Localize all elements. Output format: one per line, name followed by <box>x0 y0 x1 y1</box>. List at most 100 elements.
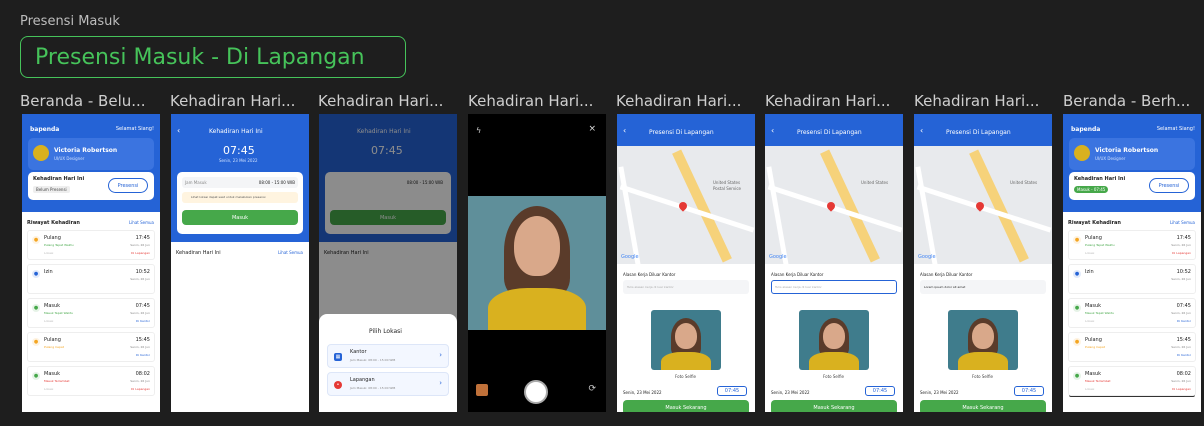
back-icon[interactable]: ‹ <box>177 126 180 135</box>
history-type-icon: ● <box>32 338 40 346</box>
history-type: Pulang <box>1085 235 1102 241</box>
avatar <box>1074 145 1090 161</box>
reason-label: Alasan Kerja Diluar Kantor <box>920 272 973 277</box>
today-label: Kehadiran Hari Ini <box>176 250 221 256</box>
reason-value: Lorem ipsum dolor sit amet <box>924 285 966 289</box>
date-text: Senin, 23 Mei 2022 <box>623 390 662 395</box>
history-row[interactable]: ● Pulang Pulang Tepat Waktu Lokasi 17:45 Seni… <box>27 230 155 260</box>
history-time: 08:02 <box>135 371 150 377</box>
history-type: Izin <box>1085 269 1094 275</box>
history-type-icon: ● <box>32 236 40 244</box>
status-badge: Belum Presensi <box>33 186 70 193</box>
photo-label: Foto Selfie <box>675 374 696 379</box>
see-all-link[interactable]: Lihat Semua <box>1170 220 1195 225</box>
history-place: Di Lapangan <box>131 387 150 391</box>
back-icon[interactable]: ‹ <box>771 126 774 135</box>
history-time: 07:45 <box>1176 303 1191 309</box>
history-sub: Masuk Tepat Waktu <box>1085 311 1115 315</box>
map-view[interactable]: United States Google <box>914 146 1052 264</box>
see-all-link[interactable]: Lihat Semua <box>129 220 154 225</box>
logo: bapenda <box>1071 126 1101 133</box>
history-row[interactable]: ● Pulang Pulang Cepat 15:45 Senin, 26 Jun Di … <box>27 332 155 362</box>
selfie-photo[interactable] <box>948 310 1018 370</box>
frame-title-3[interactable]: Kehadiran Hari... <box>318 92 443 110</box>
selfie-photo[interactable] <box>651 310 721 370</box>
lapangan-label: Lapangan <box>350 377 375 383</box>
selfie-photo[interactable] <box>799 310 869 370</box>
frame-title-7[interactable]: Kehadiran Hari... <box>914 92 1039 110</box>
history-place: Di Kantor <box>136 353 150 357</box>
map-label-1: United States <box>713 180 741 185</box>
history-place: Di Kantor <box>136 319 150 323</box>
history-type-icon: ● <box>1073 270 1081 278</box>
phone-beranda-berhasil: bapenda Selamat Siang! Victoria Robertso… <box>1063 114 1201 412</box>
submit-button[interactable]: Masuk Sekarang <box>771 400 897 412</box>
history-time: 15:45 <box>1176 337 1191 343</box>
reason-placeholder: Tulis alasan kerja di luar kantor <box>775 285 822 289</box>
date-text: Senin, 23 Mei 2022 <box>920 390 959 395</box>
history-type: Pulang <box>44 337 61 343</box>
profile-card: Victoria Robertson UI/UX Designer <box>28 138 154 170</box>
map-label-1: United States <box>861 180 889 185</box>
frame-title-1[interactable]: Beranda - Belu... <box>20 92 146 110</box>
section-frame-title[interactable]: Presensi Masuk - Di Lapangan <box>20 36 406 78</box>
phone-lapangan-filled: ‹ Presensi Di Lapangan United States Goo… <box>914 114 1052 412</box>
presensi-button[interactable]: Presensi <box>1149 178 1189 193</box>
back-icon[interactable]: ‹ <box>623 126 626 135</box>
shutter-button[interactable] <box>524 380 548 404</box>
history-row[interactable]: ● Izin 10:52 Senin, 26 Jun <box>27 264 155 294</box>
map-view[interactable]: United States Google <box>765 146 903 264</box>
frame-title-4[interactable]: Kehadiran Hari... <box>468 92 593 110</box>
map-view[interactable]: United States Postal Service Google <box>617 146 755 264</box>
submit-button[interactable]: Masuk Sekarang <box>920 400 1046 412</box>
camera-preview <box>468 196 606 330</box>
flash-off-icon[interactable]: ϟ <box>476 126 481 135</box>
shirt <box>488 288 586 330</box>
clock-date: Senin, 23 Mei 2022 <box>219 158 258 163</box>
history-note: Lokasi <box>44 319 54 323</box>
phone-camera: ϟ × ⟳ <box>468 114 606 412</box>
history-row[interactable]: ● Masuk Masuk Tepat Waktu Lokasi 07:45 Senin,… <box>27 298 155 328</box>
history-row[interactable]: ● Masuk Masuk Tepat Waktu Lokasi 07:45 Senin,… <box>1068 298 1196 328</box>
close-icon[interactable]: × <box>588 124 596 134</box>
section-label: Presensi Masuk <box>20 14 120 29</box>
submit-button[interactable]: Masuk Sekarang <box>623 400 749 412</box>
history-row[interactable]: ● Masuk Masuk Terlambat Lokasi 08:02 Senin, 2… <box>1068 366 1196 396</box>
option-lapangan[interactable]: • Lapangan Jam Masuk: 08:00 - 15:00 WIB … <box>327 372 449 396</box>
history-type: Masuk <box>44 303 61 309</box>
switch-camera-icon[interactable]: ⟳ <box>588 384 596 394</box>
history-row[interactable]: ● Izin 10:52 Senin, 26 Jun <box>1068 264 1196 294</box>
history-row[interactable]: ● Pulang Pulang Tepat Waktu Lokasi 17:45 Seni… <box>1068 230 1196 260</box>
history-row[interactable]: ● Masuk Masuk Terlambat Lokasi 08:02 Senin, 2… <box>27 366 155 396</box>
history-type-icon: ● <box>1073 338 1081 346</box>
masuk-button[interactable]: Masuk <box>182 210 298 225</box>
photo-label: Foto Selfie <box>823 374 844 379</box>
profile-card: Victoria Robertson UI/UX Designer <box>1069 138 1195 170</box>
today-card: Kehadiran Hari Ini Masuk - 07:45 Presens… <box>1069 172 1195 200</box>
back-icon[interactable]: ‹ <box>920 126 923 135</box>
frame-title-8[interactable]: Beranda - Berh... <box>1063 92 1190 110</box>
frame-title-5[interactable]: Kehadiran Hari... <box>616 92 741 110</box>
map-label-2: Postal Service <box>713 186 741 191</box>
title: Presensi Di Lapangan <box>649 129 714 136</box>
phone-lapangan-focus: ‹ Presensi Di Lapangan United States Goo… <box>765 114 903 412</box>
history-place: Di Kantor <box>1177 319 1191 323</box>
history-row[interactable]: ● Pulang Pulang Cepat 15:45 Senin, 26 Jun Di … <box>1068 332 1196 362</box>
history-date: Senin, 26 Jun <box>1171 345 1191 349</box>
history-sub: Masuk Tepat Waktu <box>44 311 74 315</box>
frame-title-6[interactable]: Kehadiran Hari... <box>765 92 890 110</box>
option-kantor[interactable]: ▦ Kantor Jam Masuk: 08:00 - 15:00 WIB › <box>327 344 449 368</box>
gallery-thumbnail[interactable] <box>476 384 488 396</box>
warning-text: Lihat lokasi dapat saat untuk melakukan … <box>191 195 266 199</box>
map-label-1: United States <box>1010 180 1038 185</box>
shift-card: Jam Masuk 08:00 - 15:00 WIB Lihat lokasi… <box>177 172 303 234</box>
today-card: Kehadiran Hari Ini Belum Presensi Presen… <box>28 172 154 200</box>
history-time: 07:45 <box>135 303 150 309</box>
history-place: Di Lapangan <box>1172 387 1191 391</box>
presensi-button[interactable]: Presensi <box>108 178 148 193</box>
avatar <box>33 145 49 161</box>
frame-title-2[interactable]: Kehadiran Hari... <box>170 92 295 110</box>
see-all-link[interactable]: Lihat Semua <box>278 250 303 255</box>
history-sub: Masuk Terlambat <box>1085 379 1111 383</box>
building-icon: ▦ <box>334 353 342 361</box>
